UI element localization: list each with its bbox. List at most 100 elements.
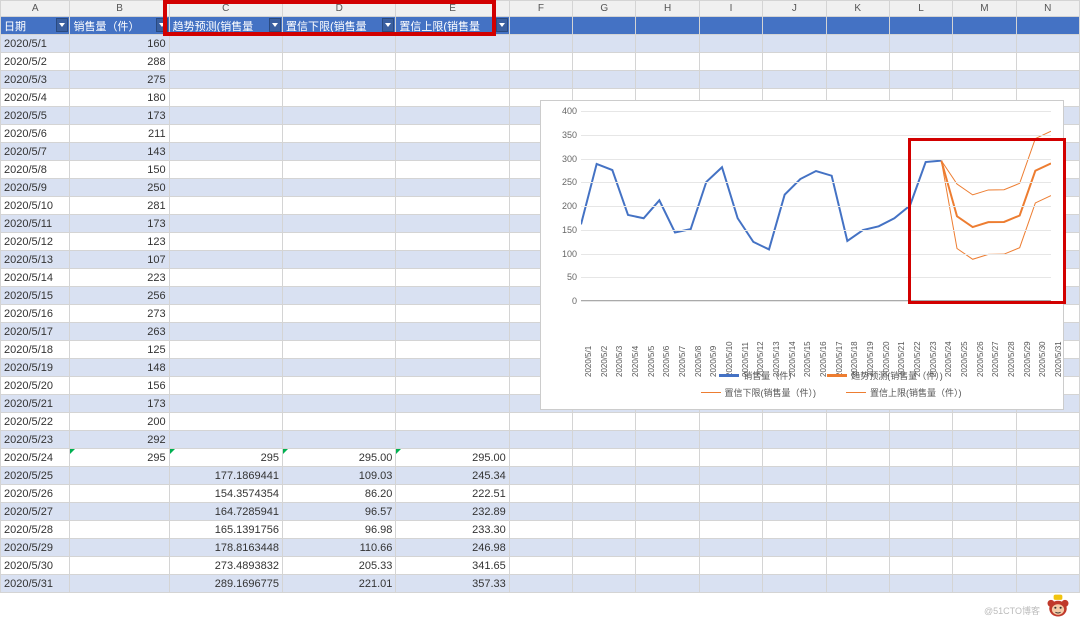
cell[interactable]: 110.66 — [282, 539, 395, 557]
cell[interactable]: 2020/5/10 — [1, 197, 70, 215]
table-row[interactable]: 2020/5/24295295295.00295.00 — [1, 449, 1080, 467]
cell[interactable] — [282, 215, 395, 233]
cell[interactable] — [282, 323, 395, 341]
header-cell[interactable]: 销售量（件） — [70, 17, 169, 35]
column-header[interactable]: I — [699, 1, 762, 17]
cell[interactable] — [396, 215, 509, 233]
cell[interactable]: 288 — [70, 53, 169, 71]
cell[interactable] — [169, 215, 282, 233]
cell[interactable] — [169, 179, 282, 197]
cell[interactable] — [70, 485, 169, 503]
cell[interactable]: 96.98 — [282, 521, 395, 539]
cell[interactable]: 295 — [70, 449, 169, 467]
cell[interactable] — [169, 143, 282, 161]
cell[interactable] — [282, 35, 395, 53]
cell[interactable]: 2020/5/3 — [1, 71, 70, 89]
column-header[interactable]: L — [889, 1, 952, 17]
cell[interactable]: 2020/5/6 — [1, 125, 70, 143]
cell[interactable]: 148 — [70, 359, 169, 377]
header-cell[interactable]: 置信上限(销售量 — [396, 17, 509, 35]
cell[interactable]: 222.51 — [396, 485, 509, 503]
cell[interactable] — [169, 395, 282, 413]
cell[interactable]: 180 — [70, 89, 169, 107]
cell[interactable] — [282, 143, 395, 161]
cell[interactable] — [396, 377, 509, 395]
cell[interactable] — [169, 431, 282, 449]
cell[interactable]: 2020/5/26 — [1, 485, 70, 503]
table-row[interactable]: 2020/5/22200 — [1, 413, 1080, 431]
table-row[interactable]: 2020/5/30273.4893832205.33341.65 — [1, 557, 1080, 575]
cell[interactable]: 2020/5/16 — [1, 305, 70, 323]
cell[interactable] — [282, 161, 395, 179]
cell[interactable]: 2020/5/15 — [1, 287, 70, 305]
cell[interactable] — [70, 539, 169, 557]
cell[interactable]: 295.00 — [282, 449, 395, 467]
cell[interactable] — [169, 359, 282, 377]
cell[interactable]: 2020/5/19 — [1, 359, 70, 377]
cell[interactable] — [396, 125, 509, 143]
cell[interactable] — [282, 233, 395, 251]
cell[interactable] — [396, 53, 509, 71]
cell[interactable] — [282, 269, 395, 287]
cell[interactable] — [282, 305, 395, 323]
cell[interactable]: 2020/5/4 — [1, 89, 70, 107]
cell[interactable] — [282, 197, 395, 215]
column-header[interactable]: J — [763, 1, 826, 17]
cell[interactable] — [169, 305, 282, 323]
cell[interactable] — [70, 575, 169, 593]
cell[interactable] — [169, 413, 282, 431]
column-header[interactable]: N — [1016, 1, 1079, 17]
column-header[interactable]: A — [1, 1, 70, 17]
cell[interactable]: 223 — [70, 269, 169, 287]
cell[interactable]: 2020/5/29 — [1, 539, 70, 557]
table-row[interactable]: 2020/5/3275 — [1, 71, 1080, 89]
cell[interactable] — [282, 287, 395, 305]
cell[interactable]: 2020/5/21 — [1, 395, 70, 413]
table-row[interactable]: 2020/5/27164.728594196.57232.89 — [1, 503, 1080, 521]
column-header[interactable]: G — [573, 1, 636, 17]
filter-dropdown-icon[interactable] — [56, 18, 68, 32]
cell[interactable]: 2020/5/20 — [1, 377, 70, 395]
column-header[interactable]: B — [70, 1, 169, 17]
cell[interactable] — [169, 287, 282, 305]
cell[interactable]: 173 — [70, 395, 169, 413]
cell[interactable]: 292 — [70, 431, 169, 449]
cell[interactable] — [282, 251, 395, 269]
cell[interactable] — [282, 71, 395, 89]
cell[interactable] — [396, 269, 509, 287]
table-row[interactable]: 2020/5/31289.1696775221.01357.33 — [1, 575, 1080, 593]
cell[interactable] — [169, 251, 282, 269]
cell[interactable] — [169, 35, 282, 53]
table-row[interactable]: 2020/5/26 154.357435486.20222.51 — [1, 485, 1080, 503]
cell[interactable]: 2020/5/8 — [1, 161, 70, 179]
cell[interactable] — [396, 341, 509, 359]
cell[interactable]: 2020/5/13 — [1, 251, 70, 269]
table-row[interactable]: 2020/5/29 178.8163448110.66246.98 — [1, 539, 1080, 557]
cell[interactable] — [282, 395, 395, 413]
cell[interactable]: 86.20 — [282, 485, 395, 503]
column-header[interactable]: H — [636, 1, 699, 17]
cell[interactable] — [396, 395, 509, 413]
cell[interactable]: 246.98 — [396, 539, 509, 557]
cell[interactable] — [169, 341, 282, 359]
column-header[interactable]: M — [953, 1, 1016, 17]
cell[interactable]: 164.7285941 — [169, 503, 282, 521]
cell[interactable] — [169, 53, 282, 71]
column-header[interactable]: D — [282, 1, 395, 17]
cell[interactable]: 256 — [70, 287, 169, 305]
cell[interactable]: 154.3574354 — [169, 485, 282, 503]
cell[interactable]: 165.1391756 — [169, 521, 282, 539]
cell[interactable]: 107 — [70, 251, 169, 269]
filter-dropdown-icon[interactable] — [269, 18, 281, 32]
cell[interactable]: 109.03 — [282, 467, 395, 485]
cell[interactable] — [282, 377, 395, 395]
cell[interactable] — [396, 251, 509, 269]
table-row[interactable]: 2020/5/2288 — [1, 53, 1080, 71]
cell[interactable] — [169, 323, 282, 341]
header-cell[interactable]: 置信下限(销售量 — [282, 17, 395, 35]
cell[interactable]: 2020/5/11 — [1, 215, 70, 233]
cell[interactable] — [169, 107, 282, 125]
cell[interactable]: 178.8163448 — [169, 539, 282, 557]
cell[interactable] — [282, 125, 395, 143]
cell[interactable]: 211 — [70, 125, 169, 143]
